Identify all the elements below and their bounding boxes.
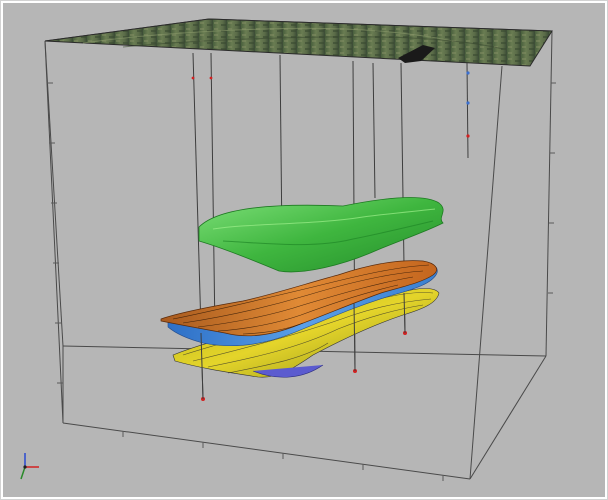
well-7 [466, 62, 469, 159]
well-5 [372, 62, 376, 199]
3d-scene[interactable] [3, 3, 605, 497]
3d-viewport[interactable] [3, 3, 605, 497]
axis-ticks [47, 82, 556, 481]
viewer-frame [0, 0, 608, 500]
satellite-imagery-surface[interactable] [44, 18, 553, 67]
y-axis-icon [20, 466, 26, 480]
axis-orientation-gizmo [20, 453, 39, 480]
well-2 [210, 52, 216, 334]
